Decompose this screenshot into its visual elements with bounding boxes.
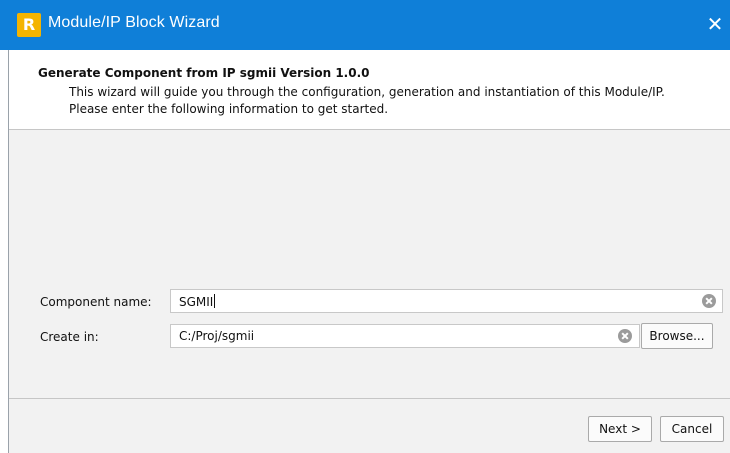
component-name-value: SGMII [179, 295, 214, 309]
window-title: Module/IP Block Wizard [48, 14, 220, 31]
wizard-body: Component name: SGMII Create in: C:/Proj… [9, 130, 730, 398]
component-name-input[interactable]: SGMII [170, 289, 723, 313]
cancel-button[interactable]: Cancel [660, 416, 724, 442]
create-in-input[interactable]: C:/Proj/sgmii [170, 324, 640, 348]
create-in-value: C:/Proj/sgmii [179, 329, 255, 343]
header-title: Generate Component from IP sgmii Version… [38, 66, 370, 80]
wizard-footer: Next > Cancel [9, 399, 730, 453]
clear-create-in-icon[interactable] [618, 329, 632, 343]
text-cursor [214, 294, 216, 308]
component-name-value-wrap: SGMII [179, 294, 216, 309]
wizard-header: Generate Component from IP sgmii Version… [9, 50, 730, 129]
header-description-line-1: This wizard will guide you through the c… [69, 85, 665, 99]
app-logo-letter: R [22, 15, 36, 34]
clear-component-name-icon[interactable] [702, 294, 716, 308]
header-description: This wizard will guide you through the c… [69, 84, 665, 118]
header-description-line-2: Please enter the following information t… [69, 102, 389, 116]
close-icon[interactable]: ✕ [703, 12, 727, 36]
component-name-label: Component name: [40, 295, 152, 309]
browse-button[interactable]: Browse... [641, 323, 713, 349]
create-in-label: Create in: [40, 330, 99, 344]
next-button[interactable]: Next > [588, 416, 652, 442]
app-logo-icon: R [17, 13, 41, 37]
title-bar: R Module/IP Block Wizard ✕ [0, 0, 730, 50]
